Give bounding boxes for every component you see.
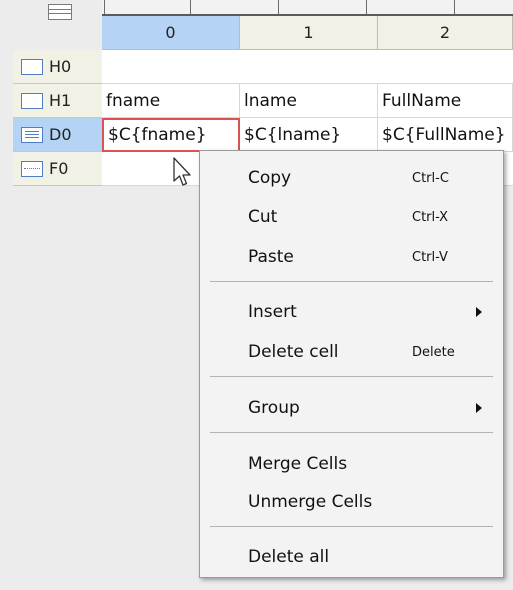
column-ruler (102, 0, 513, 16)
submenu-arrow-icon (476, 307, 482, 317)
ruler-tick (104, 0, 105, 14)
menu-item-label: Cut (248, 207, 278, 227)
column-header-2[interactable]: 2 (378, 16, 513, 50)
grid-cell[interactable]: FullName (378, 84, 513, 118)
row-header-h0[interactable]: H0 (13, 50, 102, 84)
grid-corner[interactable] (13, 0, 102, 50)
row-blank-icon (21, 58, 43, 75)
row-footer-icon (21, 160, 43, 177)
menu-item-label: Insert (248, 302, 297, 322)
menu-item-label: Group (248, 398, 300, 418)
ruler-tick (190, 0, 191, 14)
context-menu: Copy Ctrl-C Cut Ctrl-X Paste Ctrl-V Inse… (199, 150, 504, 578)
row-label: D0 (49, 125, 72, 144)
row-data-icon (21, 126, 43, 143)
ruler-tick (366, 0, 367, 14)
grid-cell[interactable]: lname (240, 84, 378, 118)
row-label: H0 (49, 57, 72, 76)
menu-item-delete-all[interactable]: Delete all (200, 539, 503, 575)
grid-cell[interactable]: $C{FullName} (378, 118, 513, 152)
menu-separator (210, 432, 493, 433)
column-header-0[interactable]: 0 (102, 16, 240, 50)
menu-item-label: Delete cell (248, 342, 339, 362)
menu-item-label: Merge Cells (248, 454, 348, 474)
ruler-tick (278, 0, 279, 14)
menu-item-cut[interactable]: Cut Ctrl-X (200, 199, 503, 235)
submenu-arrow-icon (476, 403, 482, 413)
row-label: F0 (49, 159, 69, 178)
menu-item-shortcut: Ctrl-V (412, 249, 448, 265)
ruler-tick (454, 0, 455, 14)
menu-item-shortcut: Delete (412, 344, 455, 360)
row-header-f0[interactable]: F0 (13, 152, 102, 186)
menu-item-delete-cell[interactable]: Delete cell Delete (200, 334, 503, 370)
menu-item-label: Paste (248, 247, 294, 267)
menu-item-shortcut: Ctrl-X (412, 209, 449, 225)
menu-item-unmerge-cells[interactable]: Unmerge Cells (200, 484, 503, 520)
menu-item-label: Copy (248, 168, 292, 188)
menu-separator (210, 376, 493, 377)
menu-item-copy[interactable]: Copy Ctrl-C (200, 160, 503, 196)
menu-item-group[interactable]: Group (200, 390, 503, 426)
row-blank-icon (21, 92, 43, 109)
menu-separator (210, 281, 493, 282)
table-icon (48, 4, 72, 20)
menu-item-paste[interactable]: Paste Ctrl-V (200, 239, 503, 275)
menu-separator (210, 526, 493, 527)
menu-item-label: Delete all (248, 547, 330, 567)
row-header-d0[interactable]: D0 (13, 118, 102, 152)
menu-item-merge-cells[interactable]: Merge Cells (200, 446, 503, 482)
grid-cell[interactable]: fname (102, 84, 240, 118)
grid-cell-selected[interactable]: $C{fname} (102, 118, 240, 152)
grid-cell[interactable]: $C{lname} (240, 118, 378, 152)
column-header-1[interactable]: 1 (240, 16, 378, 50)
mouse-cursor-icon (173, 157, 191, 186)
menu-item-insert[interactable]: Insert (200, 294, 503, 330)
menu-item-label: Unmerge Cells (248, 492, 373, 512)
menu-item-shortcut: Ctrl-C (412, 170, 449, 186)
row-header-h1[interactable]: H1 (13, 84, 102, 118)
row-label: H1 (49, 91, 72, 110)
grid-cell[interactable] (102, 50, 513, 84)
